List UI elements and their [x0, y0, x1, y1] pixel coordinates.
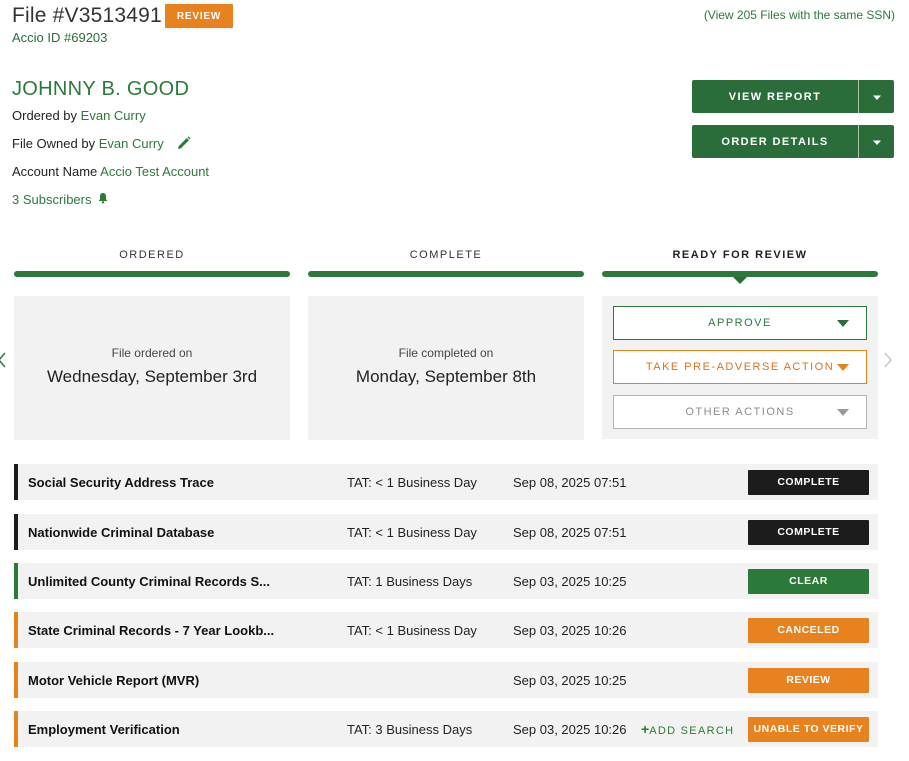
account-link[interactable]: Accio Test Account — [100, 164, 209, 179]
search-name: Nationwide Criminal Database — [28, 524, 215, 540]
search-tat: TAT: < 1 Business Day — [347, 622, 477, 638]
pre-adverse-action-label: TAKE PRE-ADVERSE ACTION — [645, 361, 835, 373]
search-row[interactable]: Unlimited County Criminal Records S... T… — [14, 563, 878, 599]
subject-name: JOHNNY B. GOOD — [12, 78, 190, 100]
view-report-button[interactable]: VIEW REPORT — [692, 80, 859, 113]
search-status-badge[interactable]: UNABLE TO VERIFY — [748, 716, 869, 742]
search-name: Unlimited County Criminal Records S... — [28, 573, 270, 589]
other-actions-dropdown[interactable]: OTHER ACTIONS — [613, 395, 867, 429]
search-status-badge[interactable]: COMPLETE — [748, 469, 869, 495]
search-date: Sep 03, 2025 10:26 — [513, 721, 627, 737]
search-date: Sep 03, 2025 10:25 — [513, 672, 627, 688]
search-row[interactable]: Social Security Address Trace TAT: < 1 B… — [14, 464, 878, 500]
search-tat: TAT: 3 Business Days — [347, 721, 473, 737]
accio-id: Accio ID #69203 — [12, 30, 108, 45]
search-row[interactable]: Motor Vehicle Report (MVR) Sep 03, 2025 … — [14, 662, 878, 698]
chevron-right-icon[interactable] — [884, 352, 892, 373]
search-date: Sep 03, 2025 10:25 — [513, 573, 627, 589]
bell-icon — [97, 192, 109, 207]
ordered-panel: File ordered on Wednesday, September 3rd — [14, 296, 290, 440]
search-tat: TAT: 1 Business Days — [347, 573, 473, 589]
completed-panel: File completed on Monday, September 8th — [308, 296, 584, 440]
ordered-by-line: Ordered by Evan Curry — [12, 108, 146, 123]
search-status-badge[interactable]: CLEAR — [748, 568, 869, 594]
caret-down-icon — [872, 88, 882, 106]
caret-down-icon — [837, 364, 849, 371]
add-search-button[interactable]: +ADD SEARCH — [641, 721, 734, 737]
pencil-icon[interactable] — [177, 136, 191, 153]
owned-by-label: File Owned by — [12, 136, 96, 151]
approve-label: APPROVE — [708, 317, 772, 329]
subscribers-link[interactable]: 3 Subscribers — [12, 192, 109, 207]
same-ssn-files-link[interactable]: (View 205 Files with the same SSN) — [704, 8, 895, 22]
active-step-pointer — [733, 277, 747, 284]
search-tat: TAT: < 1 Business Day — [347, 474, 477, 490]
other-actions-label: OTHER ACTIONS — [685, 406, 795, 418]
search-row[interactable]: Employment Verification TAT: 3 Business … — [14, 711, 878, 747]
ordered-by-label: Ordered by — [12, 108, 78, 123]
step-ordered-label: ORDERED — [119, 249, 185, 261]
subscribers-label: 3 Subscribers — [12, 192, 92, 207]
ordered-date: Wednesday, September 3rd — [46, 367, 258, 386]
plus-icon: + — [641, 721, 650, 737]
step-ordered-bar — [14, 271, 290, 277]
view-report-split-button: VIEW REPORT — [692, 80, 894, 113]
account-line: Account Name Accio Test Account — [12, 164, 209, 179]
search-date: Sep 03, 2025 10:26 — [513, 622, 627, 638]
status-badge: REVIEW — [165, 4, 233, 28]
caret-down-icon — [837, 320, 849, 327]
search-name: Social Security Address Trace — [28, 474, 214, 490]
step-complete-bar — [308, 271, 584, 277]
completed-caption: File completed on — [398, 346, 494, 360]
order-details-dropdown-toggle[interactable] — [859, 125, 894, 158]
search-date: Sep 08, 2025 07:51 — [513, 474, 627, 490]
caret-down-icon — [872, 133, 882, 151]
search-name: State Criminal Records - 7 Year Lookb... — [28, 622, 275, 638]
view-report-dropdown-toggle[interactable] — [859, 80, 894, 113]
approve-dropdown[interactable]: APPROVE — [613, 306, 867, 340]
search-row[interactable]: Nationwide Criminal Database TAT: < 1 Bu… — [14, 514, 878, 550]
account-label: Account Name — [12, 164, 98, 179]
ordered-by-link[interactable]: Evan Curry — [81, 108, 146, 123]
ordered-caption: File ordered on — [111, 346, 193, 360]
completed-date: Monday, September 8th — [355, 367, 537, 386]
order-details-button[interactable]: ORDER DETAILS — [692, 125, 859, 158]
search-tat: TAT: < 1 Business Day — [347, 524, 477, 540]
owned-by-link[interactable]: Evan Curry — [99, 136, 164, 151]
file-title: File #V3513491 — [12, 4, 162, 27]
step-complete-label: COMPLETE — [409, 249, 483, 261]
step-review-label: READY FOR REVIEW — [672, 249, 808, 261]
add-search-label: ADD SEARCH — [649, 725, 735, 737]
search-name: Motor Vehicle Report (MVR) — [28, 672, 200, 688]
caret-down-icon — [837, 409, 849, 416]
search-status-badge[interactable]: CANCELED — [748, 617, 869, 643]
search-status-badge[interactable]: REVIEW — [748, 667, 869, 693]
search-name: Employment Verification — [28, 721, 180, 737]
order-details-split-button: ORDER DETAILS — [692, 125, 894, 158]
owned-by-line: File Owned by Evan Curry — [12, 136, 191, 153]
search-date: Sep 08, 2025 07:51 — [513, 524, 627, 540]
chevron-left-icon[interactable] — [0, 352, 6, 373]
pre-adverse-action-dropdown[interactable]: TAKE PRE-ADVERSE ACTION — [613, 350, 867, 384]
search-row[interactable]: State Criminal Records - 7 Year Lookb...… — [14, 612, 878, 648]
search-status-badge[interactable]: COMPLETE — [748, 519, 869, 545]
